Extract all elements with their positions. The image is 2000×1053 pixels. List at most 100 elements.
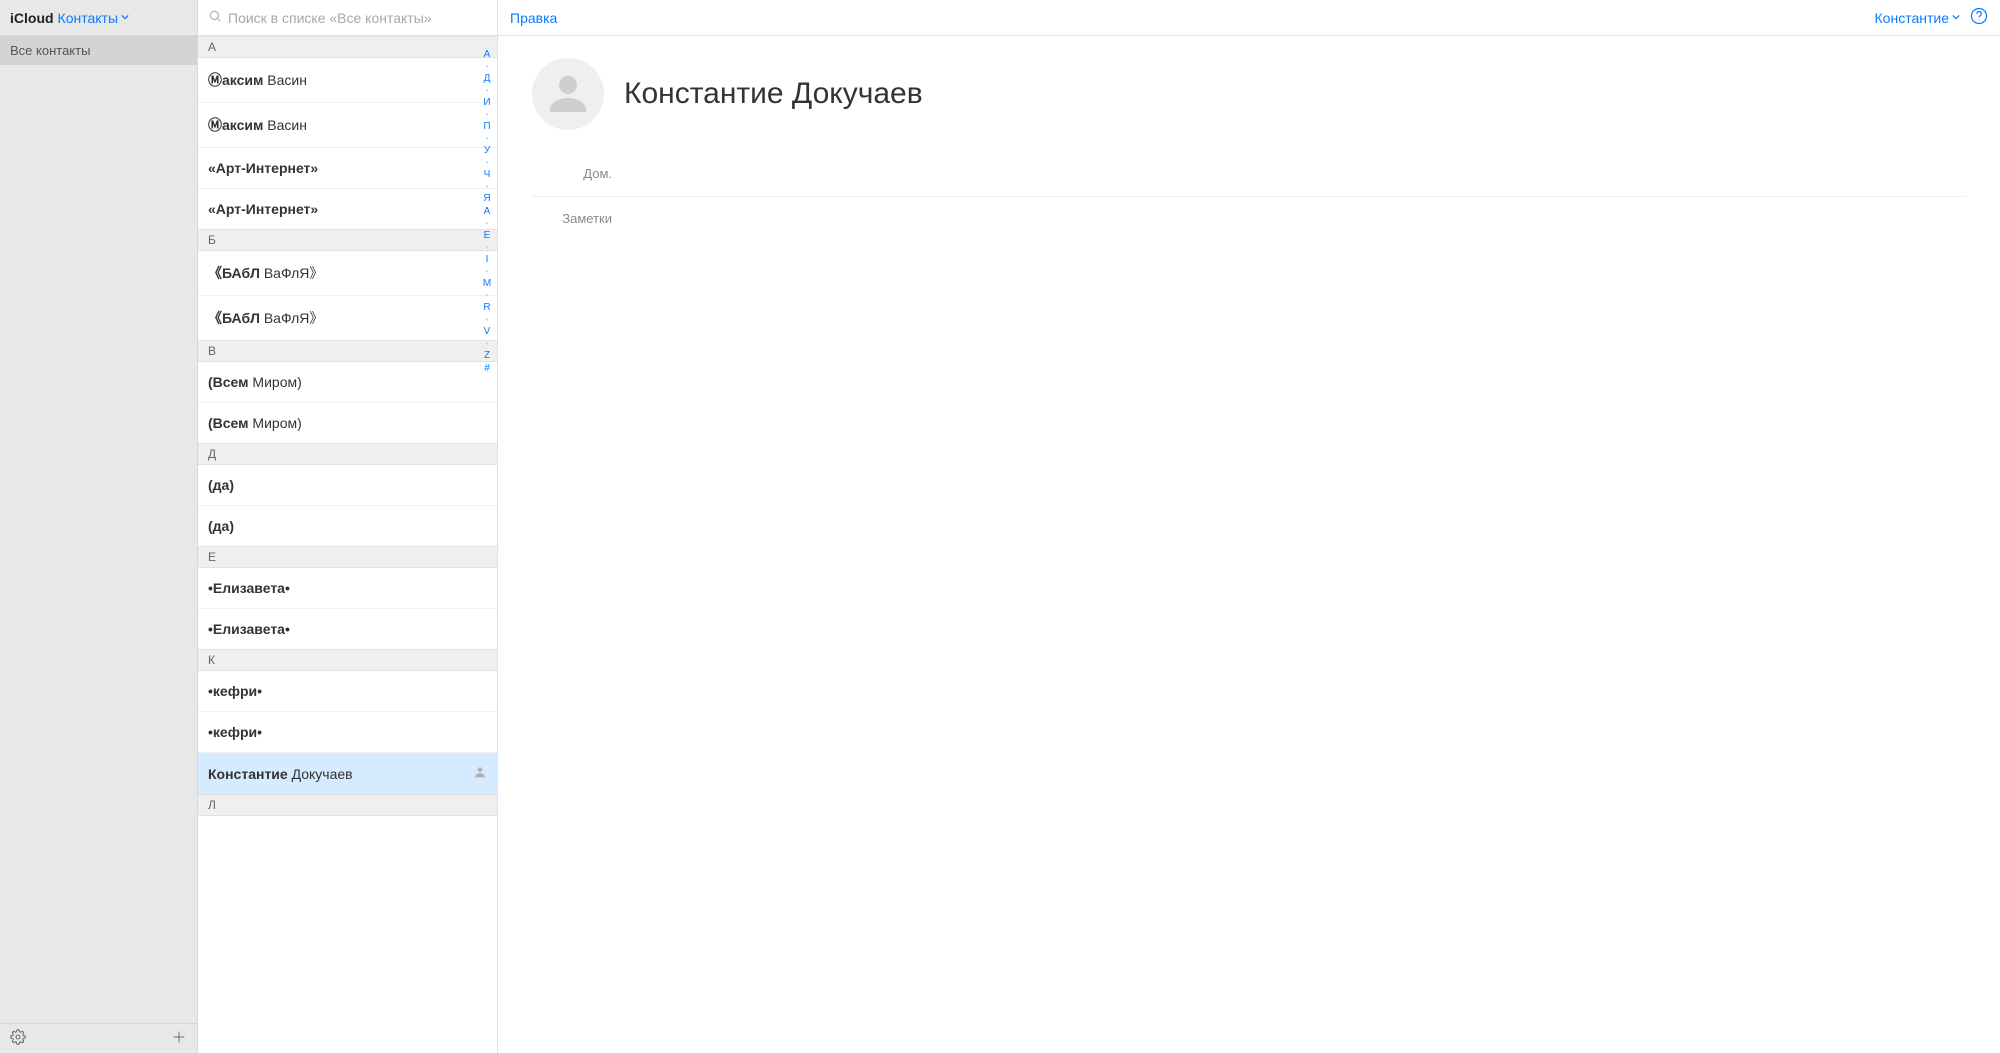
brand-label: iCloud	[10, 10, 54, 26]
alpha-letter[interactable]: A	[484, 207, 491, 217]
sidebar-footer	[0, 1023, 197, 1053]
contact-row[interactable]: Ⓜаксим Васин	[198, 58, 497, 102]
alpha-letter[interactable]: M	[483, 279, 491, 289]
contact-last-name: Докучаев	[792, 77, 923, 110]
alpha-dot: •	[486, 292, 489, 300]
alpha-index-rail[interactable]: А•Д•И•П•У•Ч•ЯA•E•I•M•R•V•Z#	[479, 50, 495, 1043]
chevron-down-icon	[1952, 14, 1960, 22]
contact-name: (Всем Миром)	[208, 374, 302, 390]
help-icon[interactable]	[1970, 7, 1988, 28]
contact-row[interactable]: •Елизавета•	[198, 568, 497, 608]
search-input[interactable]	[228, 10, 487, 26]
alpha-dot: •	[486, 244, 489, 252]
avatar[interactable]	[532, 58, 604, 130]
contact-row[interactable]: (Всем Миром)	[198, 402, 497, 443]
contact-row[interactable]: Ⓜаксим Васин	[198, 102, 497, 147]
contact-row[interactable]: (да)	[198, 505, 497, 546]
section-header: Д	[198, 443, 497, 465]
contact-row[interactable]: •Елизавета•	[198, 608, 497, 649]
alpha-dot: •	[486, 159, 489, 167]
field-value[interactable]	[628, 166, 1966, 182]
alpha-letter[interactable]: П	[483, 122, 490, 132]
contact-row[interactable]: (да)	[198, 465, 497, 505]
contact-list-column: А Ⓜаксим Васин Ⓜаксим Васин «Арт-Интернет» «…	[198, 0, 498, 1053]
contact-row[interactable]: «Арт-Интернет»	[198, 188, 497, 229]
field-value[interactable]	[628, 211, 1966, 227]
contact-row[interactable]: 《БАбЛ ВаФлЯ》	[198, 295, 497, 340]
contact-scroll[interactable]: А Ⓜаксим Васин Ⓜаксим Васин «Арт-Интернет» «…	[198, 36, 497, 1053]
field-label: Дом.	[532, 166, 612, 182]
section-header: Е	[198, 546, 497, 568]
detail-fields: Дом. Заметки	[532, 158, 1966, 235]
contact-name: 《БАбЛ ВаФлЯ》	[208, 308, 323, 328]
alpha-letter[interactable]: #	[484, 364, 490, 374]
contact-title: Константие Докучаев	[624, 77, 923, 111]
alpha-dot: •	[486, 183, 489, 191]
gear-icon[interactable]	[10, 1029, 26, 1048]
contact-row[interactable]: •кефри•	[198, 671, 497, 711]
detail-field-row: Заметки	[532, 196, 1966, 235]
alpha-letter[interactable]: А	[484, 50, 491, 60]
detail-field-row: Дом.	[532, 158, 1966, 190]
alpha-dot: •	[486, 220, 489, 228]
app-name-label: Контакты	[58, 10, 118, 26]
contact-name: «Арт-Интернет»	[208, 160, 318, 176]
field-label: Заметки	[532, 211, 612, 227]
alpha-letter[interactable]: E	[484, 231, 491, 241]
contact-row[interactable]: 《БАбЛ ВаФлЯ》	[198, 251, 497, 295]
alpha-letter[interactable]: I	[486, 255, 489, 265]
detail-header-right: Константие	[1875, 7, 1988, 28]
contact-row[interactable]: Константие Докучаев	[198, 752, 497, 794]
plus-icon[interactable]	[171, 1029, 187, 1048]
section-header: Л	[198, 794, 497, 816]
alpha-dot: •	[486, 135, 489, 143]
detail-header: Правка Константие	[498, 0, 2000, 36]
alpha-letter[interactable]: Я	[483, 194, 490, 204]
contact-name: 《БАбЛ ВаФлЯ》	[208, 263, 323, 283]
alpha-letter[interactable]: Д	[484, 74, 491, 84]
section-header: К	[198, 649, 497, 671]
contact-name: •Елизавета•	[208, 621, 290, 637]
contact-name: Ⓜаксим Васин	[208, 115, 307, 135]
group-list: Все контакты	[0, 36, 197, 1023]
contact-first-name: Константие	[624, 77, 784, 110]
alpha-dot: •	[486, 87, 489, 95]
alpha-letter[interactable]: Z	[484, 351, 490, 361]
alpha-dot: •	[486, 268, 489, 276]
sidebar-header: iCloud Контакты	[0, 0, 197, 36]
contact-row[interactable]: «Арт-Интернет»	[198, 147, 497, 188]
sidebar: iCloud Контакты Все контакты	[0, 0, 198, 1053]
sidebar-group-item[interactable]: Все контакты	[0, 36, 197, 65]
detail-pane: Правка Константие Константие	[498, 0, 2000, 1053]
contact-name: Ⓜаксим Васин	[208, 70, 307, 90]
section-header: В	[198, 340, 497, 362]
chevron-down-icon	[121, 14, 129, 22]
alpha-dot: •	[486, 111, 489, 119]
contact-name: (да)	[208, 477, 234, 493]
app-switcher[interactable]: Контакты	[58, 10, 129, 26]
contact-name: •Елизавета•	[208, 580, 290, 596]
alpha-dot: •	[486, 316, 489, 324]
contact-name: •кефри•	[208, 724, 262, 740]
contact-row[interactable]: (Всем Миром)	[198, 362, 497, 402]
contact-row[interactable]: •кефри•	[198, 711, 497, 752]
contact-name: •кефри•	[208, 683, 262, 699]
alpha-letter[interactable]: И	[483, 98, 490, 108]
contact-name: (да)	[208, 518, 234, 534]
search-icon	[208, 9, 222, 26]
alpha-letter[interactable]: R	[483, 303, 490, 313]
alpha-letter[interactable]: У	[484, 146, 490, 156]
account-name-label: Константие	[1875, 10, 1949, 26]
edit-button[interactable]: Правка	[510, 10, 557, 26]
contact-name: «Арт-Интернет»	[208, 201, 318, 217]
contact-name: (Всем Миром)	[208, 415, 302, 431]
account-menu[interactable]: Константие	[1875, 10, 1960, 26]
contact-name: Константие Докучаев	[208, 766, 353, 782]
alpha-letter[interactable]: Ч	[484, 170, 491, 180]
section-header: Б	[198, 229, 497, 251]
alpha-dot: •	[486, 340, 489, 348]
search-bar	[198, 0, 497, 36]
contact-title-row: Константие Докучаев	[532, 58, 1966, 130]
alpha-letter[interactable]: V	[484, 327, 491, 337]
section-header: А	[198, 36, 497, 58]
